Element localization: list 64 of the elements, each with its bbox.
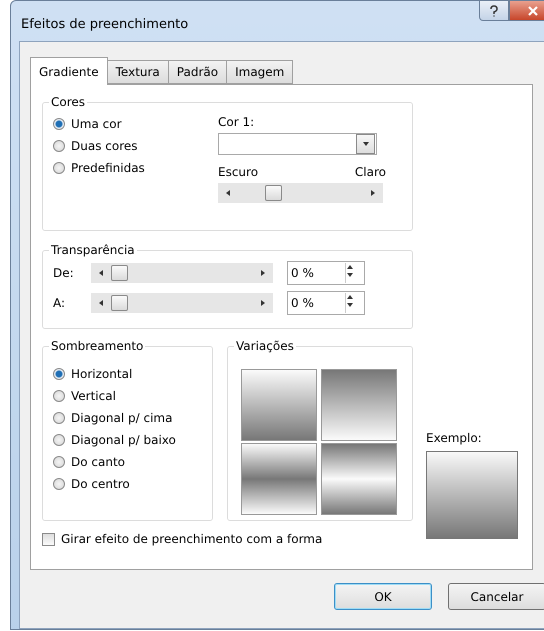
slider-label: De: [53, 266, 75, 280]
scroll-left-icon[interactable] [97, 299, 105, 307]
dropdown-caret-icon[interactable] [362, 140, 370, 148]
radio-button[interactable] [53, 162, 65, 174]
close-button[interactable] [509, 1, 544, 21]
radio-label: Duas cores [71, 139, 138, 153]
radio-button[interactable] [53, 456, 65, 468]
gradient-variant[interactable] [321, 369, 397, 441]
group-title: Sombreamento [50, 339, 144, 353]
dialog-button[interactable]: Cancelar [448, 583, 544, 610]
tab[interactable]: Padrão [168, 60, 228, 84]
radio-button[interactable] [53, 434, 65, 446]
slider-label: Escuro [218, 165, 258, 179]
spinbox-value: 0 % [291, 266, 314, 280]
spinbox-value: 0 % [291, 296, 314, 310]
radio-button[interactable] [53, 140, 65, 152]
group-title: Cores [50, 95, 86, 109]
help-button[interactable] [479, 1, 509, 21]
tab[interactable]: Imagem [226, 60, 294, 84]
slider-thumb[interactable] [111, 295, 128, 311]
spin-up-icon[interactable] [346, 293, 354, 301]
radio-button[interactable] [53, 412, 65, 424]
radio-label: Vertical [71, 389, 116, 403]
help-icon [489, 4, 499, 16]
radio-label: Do centro [71, 477, 130, 491]
radio-label: Predefinidas [71, 161, 145, 175]
close-icon [527, 6, 539, 16]
radio-button[interactable] [53, 478, 65, 490]
color-dropdown[interactable] [218, 133, 377, 155]
gradient-variant[interactable] [241, 369, 317, 441]
tab[interactable]: Textura [106, 60, 169, 84]
spin-down-icon[interactable] [346, 271, 354, 279]
gradient-variant[interactable] [321, 443, 397, 515]
radio-label: Diagonal p/ baixo [71, 433, 176, 447]
slider-label: A: [53, 296, 66, 310]
spin-up-icon[interactable] [346, 263, 354, 271]
preview-label: Exemplo: [426, 431, 483, 445]
field-label: Cor 1: [218, 115, 256, 129]
tab[interactable]: Gradiente [30, 57, 108, 85]
radio-button[interactable] [53, 390, 65, 402]
percent-spinbox[interactable]: 0 % [287, 291, 365, 315]
scroll-left-icon[interactable] [97, 269, 105, 277]
slider-label: Claro [354, 165, 386, 179]
scroll-left-icon[interactable] [224, 189, 232, 197]
scroll-right-icon[interactable] [369, 189, 377, 197]
scroll-right-icon[interactable] [259, 299, 267, 307]
gradient-variant[interactable] [241, 443, 317, 515]
spin-down-icon[interactable] [346, 301, 354, 309]
checkbox-label: Girar efeito de preenchimento com a forma [61, 532, 322, 546]
dialog-button[interactable]: OK [334, 583, 432, 610]
window-title: Efeitos de preenchimento [21, 17, 188, 32]
radio-label: Uma cor [71, 117, 122, 131]
radio-label: Do canto [71, 455, 125, 469]
radio-button[interactable] [53, 368, 65, 380]
radio-button[interactable] [53, 118, 65, 130]
scroll-right-icon[interactable] [259, 269, 267, 277]
radio-label: Horizontal [71, 367, 132, 381]
percent-spinbox[interactable]: 0 % [287, 261, 365, 285]
slider-thumb[interactable] [265, 185, 282, 201]
checkbox[interactable] [42, 532, 55, 546]
slider-thumb[interactable] [111, 265, 128, 281]
group-title: Transparência [50, 243, 136, 257]
group-title: Variações [235, 339, 295, 353]
radio-label: Diagonal p/ cima [71, 411, 172, 425]
